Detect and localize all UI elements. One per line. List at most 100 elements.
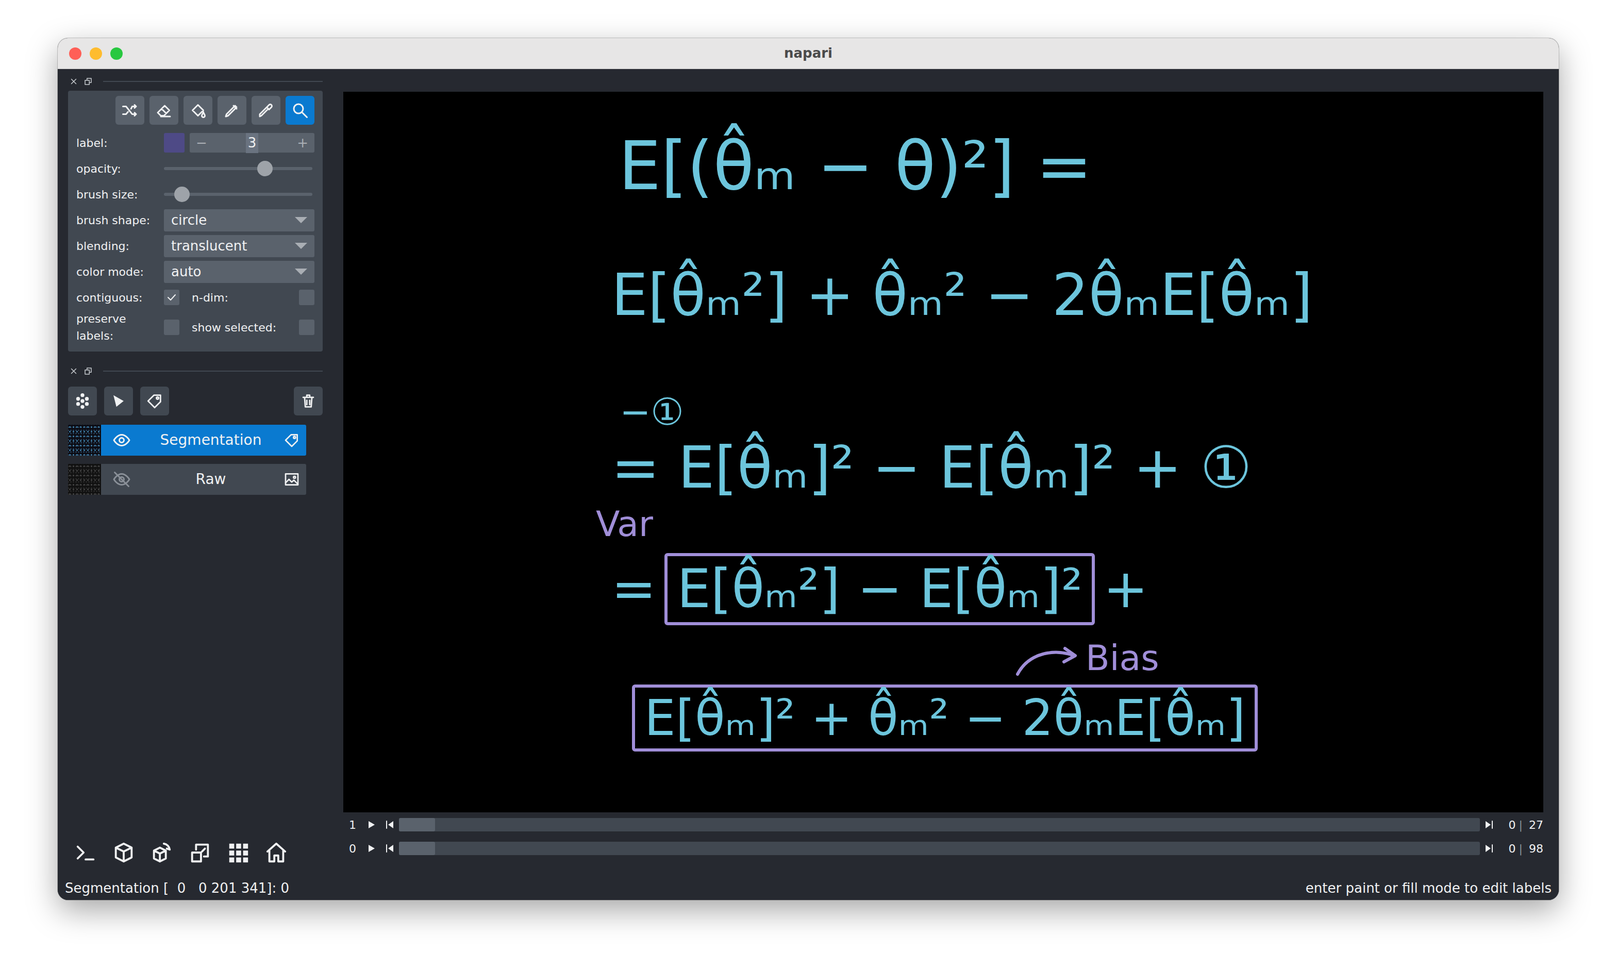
points-icon [73,392,92,410]
zoom-button[interactable] [110,47,123,60]
label-value[interactable]: 3 [245,132,259,154]
close-icon [69,76,79,87]
arrow-icon [1013,642,1081,679]
pick-button[interactable] [251,95,281,125]
slider-thumb[interactable] [174,186,190,203]
terminal-icon [73,840,98,865]
dims-thumb[interactable] [398,841,436,856]
points-icon [85,402,89,406]
dropdown[interactable]: auto [163,260,315,283]
home-button[interactable] [262,839,290,866]
skip-start-icon [386,844,388,853]
label-spinbox[interactable]: − 3 + [189,132,315,153]
skip-end-icon [1482,842,1496,855]
layer-controls: label:−3+opacity:brush size:brush shape:… [68,90,323,352]
close-dock-button[interactable] [69,366,79,376]
decrement-button[interactable]: − [195,132,208,154]
pan-zoom-button[interactable] [285,95,315,125]
skip-start-icon [386,821,388,829]
tag-icon [145,392,164,410]
handwriting-formula: E[θ̂ₘ²] + θ̂ₘ² − 2θ̂ₘE[θ̂ₘ] [611,261,1313,329]
image-icon [285,473,298,485]
paint-button[interactable] [217,95,247,125]
points-button[interactable] [68,386,97,416]
console-button[interactable] [72,839,99,866]
play-button[interactable] [361,818,381,831]
dropdown[interactable]: translucent [163,235,315,258]
bucket-icon [188,101,208,120]
checkbox-caption: contiguous: [76,289,164,307]
labels-button[interactable] [140,386,170,416]
transpose-button[interactable] [186,839,214,866]
eye-closed-icon[interactable] [112,470,131,489]
increment-button[interactable]: + [296,132,309,154]
handwriting-formula: −① [619,390,685,434]
canvas[interactable]: E[(θ̂ₘ − θ)²] =E[θ̂ₘ²] + θ̂ₘ² − 2θ̂ₘE[θ̂… [343,91,1544,813]
checkbox[interactable] [298,289,315,306]
dropdown[interactable]: circle [163,209,315,232]
fill-button[interactable] [183,95,213,125]
dims-thumb[interactable] [398,818,436,832]
eye-icon [112,430,131,450]
roll-button[interactable] [148,839,176,866]
layer-name: Raw [138,468,284,491]
shuffle-button[interactable] [115,95,145,125]
label-color-swatch [163,132,185,153]
ndisplay-button[interactable] [110,839,138,866]
slider-thumb[interactable] [257,160,273,177]
handwriting-text: E[θ̂ₘ]² + θ̂ₘ² − 2θ̂ₘE[θ̂ₘ] [644,689,1246,747]
tag-icon [283,431,300,449]
dropdown-value: circle [171,210,207,231]
brush-icon [222,101,242,120]
home-icon [264,840,289,865]
minimize-button[interactable] [89,47,103,60]
close-icon [69,76,79,87]
checkbox-caption: preserve labels: [76,310,164,345]
float-icon [83,366,93,376]
shapes-icon [113,395,124,408]
magnifier-icon [290,101,310,120]
close-icon [69,366,79,376]
checkbox-row: contiguous: n-dim: [76,284,315,311]
float-dock-button[interactable] [83,366,93,376]
layer-row[interactable]: Segmentation [68,424,307,456]
delete-button[interactable] [293,386,323,416]
step-end-button[interactable] [1479,818,1499,831]
close-dock-button[interactable] [69,76,79,87]
slider-track[interactable] [163,192,313,196]
eye-icon[interactable] [112,430,131,450]
shapes-button[interactable] [104,386,133,416]
dims-track[interactable] [398,818,1480,832]
step-start-button[interactable] [380,818,399,831]
slider-track[interactable] [163,167,313,171]
brush-icon [225,105,237,117]
checkbox-caption: n-dim: [191,289,299,307]
handwriting-note: Var [595,504,654,545]
checkbox[interactable] [298,319,315,336]
status-bar: Segmentation [ 0 0 201 341]: 0enter pain… [57,876,1559,900]
checkbox[interactable] [163,319,180,336]
step-end-button[interactable] [1479,842,1499,855]
checkbox[interactable] [163,289,180,306]
image-icon [283,471,300,488]
skip-start-icon [383,818,396,831]
grid-button[interactable] [224,839,252,866]
layer-row[interactable]: Raw [68,463,307,495]
arrow-icon [1013,642,1081,679]
eye-icon [119,438,125,443]
points-icon [81,400,85,403]
slider-caption: opacity: [76,160,164,178]
play-button[interactable] [361,842,381,855]
close-button[interactable] [69,47,82,60]
erase-button[interactable] [149,95,179,125]
step-start-button[interactable] [380,842,399,855]
trash-icon [299,392,318,410]
skip-end-icon [1491,844,1493,853]
shapes-icon [109,392,128,410]
dims-track[interactable] [398,841,1480,856]
float-icon [87,368,92,373]
window-controls [57,47,130,60]
float-dock-button[interactable] [83,76,93,87]
trash-icon [299,392,318,410]
points-icon [81,405,85,409]
